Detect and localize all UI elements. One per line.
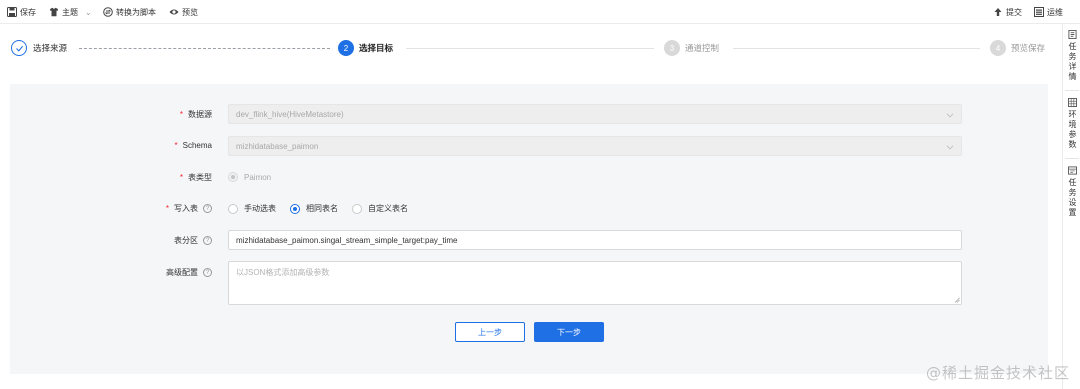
convert-icon [103, 7, 113, 17]
rail-task-details[interactable]: 任务详情 [1063, 30, 1080, 82]
watermark-text: @稀土掘金技术社区 [925, 364, 1070, 382]
datasource-value: dev_flink_hive(HiveMetastore) [236, 109, 344, 119]
table-type-label-cell: * 表类型 [0, 172, 212, 184]
shirt-icon [49, 7, 59, 17]
rail-divider [1065, 158, 1079, 159]
target-form-panel [10, 84, 1048, 374]
rail-task-settings[interactable]: 任务设置 [1063, 166, 1080, 218]
table-type-paimon-radio[interactable]: Paimon [228, 172, 271, 182]
step-3-label[interactable]: 通道控制 [685, 40, 719, 56]
ops-label: 运维 [1047, 7, 1063, 17]
step-connector [79, 48, 330, 49]
schema-label-cell: * Schema [0, 141, 212, 153]
table-type-radio-group: Paimon [228, 172, 285, 182]
right-side-rail: 任务详情 环境参数 任务设置 [1062, 24, 1080, 389]
advanced-label-cell: 高级配置? [0, 267, 212, 279]
resize-grip-icon[interactable] [954, 297, 960, 303]
ops-icon [1034, 7, 1044, 17]
question-circle-icon[interactable]: ? [203, 268, 212, 277]
chevron-down-icon [946, 110, 954, 118]
grid-icon [1067, 98, 1077, 107]
convert-label: 转换为脚本 [116, 7, 156, 17]
partition-value: mizhidatabase_paimon.singal_stream_simpl… [236, 235, 458, 245]
datasource-label: * 数据源 [179, 110, 212, 119]
save-button[interactable]: 保存 [7, 5, 36, 19]
rail-task-details-label: 任务详情 [1068, 42, 1077, 82]
theme-label: 主题 [62, 7, 78, 17]
radio-indicator [352, 203, 362, 214]
steps-bar: 选择来源 2 选择目标 3 通道控制 4 预览保存 [0, 34, 1062, 62]
schema-select[interactable]: mizhidatabase_paimon [228, 136, 962, 156]
submit-label: 提交 [1006, 7, 1022, 17]
write-table-label: * 写入表? [166, 203, 212, 214]
eye-icon [169, 7, 179, 17]
save-label: 保存 [20, 7, 36, 17]
preview-label: 预览 [182, 7, 198, 17]
write-table-radio-group: 手动选表 相同表名 自定义表名 [228, 203, 422, 214]
radio-indicator-checked [290, 203, 300, 214]
ops-button[interactable]: 运维 [1034, 5, 1063, 19]
partition-label: 表分区? [174, 235, 212, 246]
chevron-down-icon: ⌄ [85, 7, 92, 17]
advanced-label: 高级配置? [166, 267, 212, 278]
table-type-label: * 表类型 [179, 173, 212, 182]
radio-indicator [228, 203, 238, 214]
preview-button[interactable]: 预览 [169, 5, 198, 19]
doc-icon [1067, 30, 1077, 39]
question-circle-icon[interactable]: ? [203, 236, 212, 245]
partition-input[interactable]: mizhidatabase_paimon.singal_stream_simpl… [228, 230, 962, 250]
rail-env-params-label: 环境参数 [1068, 110, 1077, 150]
submit-button[interactable]: 提交 [993, 5, 1022, 19]
settings-doc-icon [1067, 166, 1077, 175]
theme-dropdown[interactable]: 主题 ⌄ [49, 5, 92, 19]
schema-value: mizhidatabase_paimon [236, 141, 319, 151]
top-toolbar: 保存 主题 ⌄ 转换为脚本 预览 提交 运维 [0, 0, 1080, 24]
step-1-done-icon [11, 40, 27, 56]
write-table-same-name-radio[interactable]: 相同表名 [290, 203, 338, 214]
rail-env-params[interactable]: 环境参数 [1063, 98, 1080, 150]
step-connector [733, 48, 980, 49]
step-2-label[interactable]: 选择目标 [359, 40, 393, 56]
rail-task-settings-label: 任务设置 [1068, 178, 1077, 218]
prev-step-button[interactable]: 上一步 [455, 322, 525, 342]
schema-label: * Schema [174, 141, 212, 150]
table-type-option: Paimon [244, 172, 272, 182]
convert-to-script-button[interactable]: 转换为脚本 [103, 5, 156, 19]
datasource-label-cell: * 数据源 [0, 109, 212, 121]
upload-arrow-icon [993, 7, 1003, 17]
rail-divider [1065, 90, 1079, 91]
chevron-down-icon [946, 142, 954, 150]
radio-indicator [228, 172, 238, 182]
step-3-number: 3 [664, 40, 680, 56]
question-circle-icon[interactable]: ? [203, 204, 212, 213]
step-4-label[interactable]: 预览保存 [1011, 40, 1045, 56]
advanced-config-textarea[interactable]: 以JSON格式添加高级参数 [228, 261, 962, 305]
write-table-manual-radio[interactable]: 手动选表 [228, 203, 276, 214]
step-connector [406, 48, 654, 49]
write-table-label-cell: * 写入表? [0, 203, 212, 215]
advanced-placeholder: 以JSON格式添加高级参数 [236, 268, 330, 277]
write-table-custom-name-radio[interactable]: 自定义表名 [352, 203, 408, 214]
step-1-label[interactable]: 选择来源 [33, 40, 67, 56]
datasource-select[interactable]: dev_flink_hive(HiveMetastore) [228, 104, 962, 124]
partition-label-cell: 表分区? [0, 235, 212, 247]
step-4-number: 4 [990, 40, 1006, 56]
next-step-button[interactable]: 下一步 [534, 322, 604, 342]
step-2-number: 2 [338, 40, 354, 56]
save-icon [7, 7, 17, 17]
